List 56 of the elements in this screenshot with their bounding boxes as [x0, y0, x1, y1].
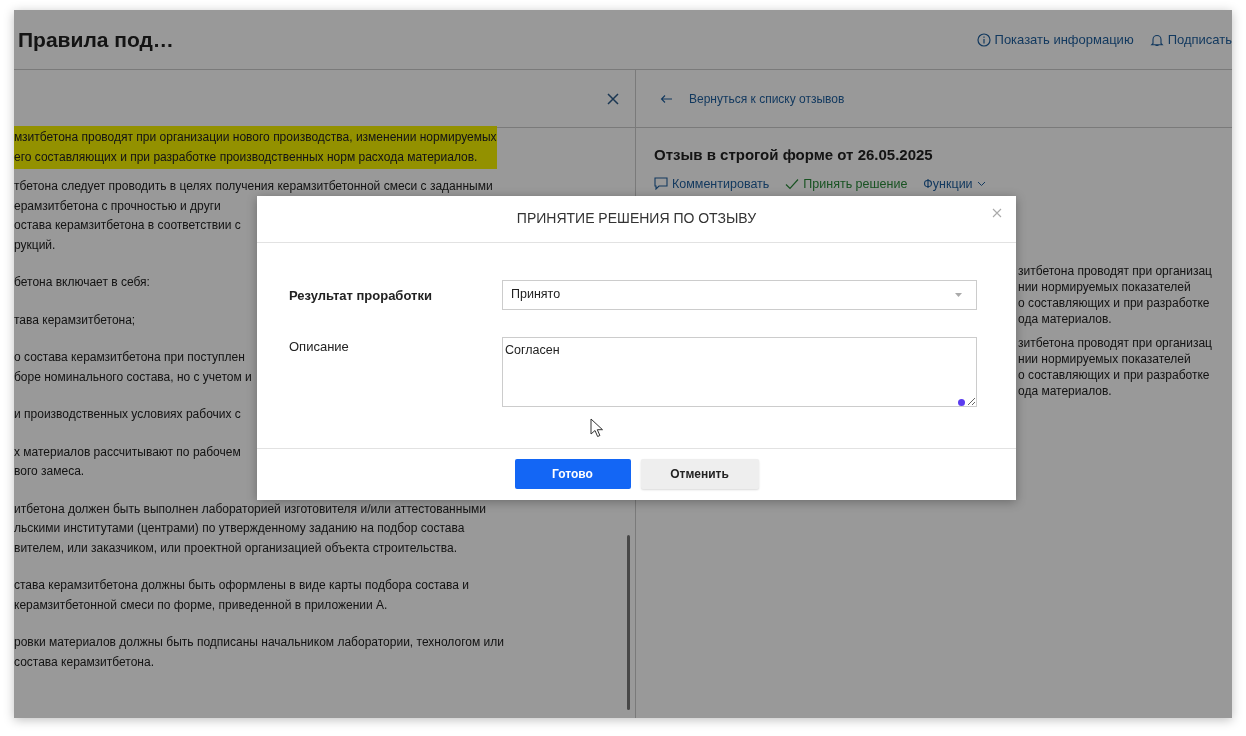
action-link[interactable]: Комментировать — [654, 174, 770, 194]
document-text-line: х материалов рассчитывают по рабочем — [14, 443, 241, 461]
description-textarea[interactable]: Согласен — [502, 336, 977, 407]
close-icon[interactable] — [992, 208, 1002, 218]
close-icon[interactable] — [607, 92, 619, 105]
bell-icon — [1149, 32, 1164, 47]
action-link[interactable]: Принять решение — [785, 174, 908, 194]
comment-icon — [654, 177, 668, 191]
document-text-line: рукций. — [14, 236, 57, 254]
scrollbar-thumb[interactable] — [627, 535, 630, 710]
document-text-line: тбетона следует проводить в целях получения керамзитбетонной смеси с заданными — [14, 178, 493, 195]
review-text-line: о составляющих и при разработке — [1018, 295, 1211, 312]
document-text-line: остава керамзитбетона в соответствии с — [14, 217, 242, 234]
review-text-line: ода материалов. — [1018, 383, 1113, 400]
result-select[interactable]: Принято — [502, 279, 977, 310]
document-text-line: его составляющих и при разработке производственных норм расхода материалов. — [14, 148, 479, 166]
document-text-line: о состава керамзитбетона при поступлен — [14, 349, 246, 366]
review-text-line: ода материалов. — [1018, 311, 1113, 328]
header-link[interactable]: Подписать — [1149, 29, 1232, 50]
check-icon — [785, 177, 800, 190]
document-text-line: става керамзитбетона должны быть оформлены в виде карты подбора состава и — [14, 577, 469, 594]
page-title: Правила под… — [18, 26, 174, 53]
chevron-down-icon — [976, 180, 986, 187]
header-link[interactable]: Показать информацию — [976, 29, 1134, 50]
review-text-line: о составляющих и при разработке — [1018, 367, 1211, 384]
info-icon — [976, 32, 991, 47]
review-title: Отзыв в строгой форме от 26.05.2025 — [654, 145, 934, 165]
cursor-icon — [590, 418, 604, 438]
document-text-line: ерамзитбетона с прочностью и други — [14, 197, 222, 215]
document-text-line: бетона включает в себя: — [14, 274, 150, 291]
select-value: Принято — [511, 286, 562, 304]
review-text-line: нии нормируемых показателей — [1018, 351, 1192, 368]
document-text-line: ровки материалов должны быть подписаны начальником лаборатории, технологом или — [14, 634, 504, 651]
document-text-line: керамзитбетонной смеси по форме, приведенной в приложении А. — [14, 596, 389, 614]
back-link[interactable]: Вернуться к списку отзывов — [660, 89, 845, 108]
action-link[interactable]: Функции — [923, 174, 986, 194]
document-text-line: боре номинального состава, но с учетом и — [14, 368, 252, 386]
dot-icon — [958, 398, 965, 406]
document-text-line: состава керамзитбетона. — [14, 653, 155, 671]
cancel-button[interactable]: Отменить — [640, 459, 759, 490]
caret-down-icon — [955, 292, 962, 297]
field-label: Описание — [289, 337, 350, 356]
dialog-title: ПРИНЯТИЕ РЕШЕНИЯ ПО ОТЗЫВУ — [516, 209, 757, 229]
document-text-line: тава керамзитбетона; — [14, 311, 136, 329]
done-button[interactable]: Готово — [514, 459, 631, 490]
document-text-line: и производственных условиях рабочих с — [14, 406, 241, 423]
document-text-line: мзитбетона проводят при организации нового производства, изменении нормируемых — [14, 129, 497, 146]
review-text-line: нии нормируемых показателей — [1018, 279, 1192, 296]
document-text-line: вого замеса. — [14, 463, 86, 480]
review-text-line: зитбетона проводят при организац — [1018, 335, 1213, 352]
document-text-line: вителем, или заказчиком, или проектной организацией объекта строительства. — [14, 539, 458, 557]
document-text-line: итбетона должен быть выполнен лабораторией изготовителя и/или аттестованными — [14, 500, 486, 518]
review-text-line: зитбетона проводят при организац — [1018, 263, 1213, 280]
field-label: Результат проработки — [289, 286, 433, 305]
document-text-line: льскими институтами (центрами) по утвержденному заданию на подбор состава — [14, 520, 466, 537]
back-arrow-icon — [660, 93, 673, 104]
